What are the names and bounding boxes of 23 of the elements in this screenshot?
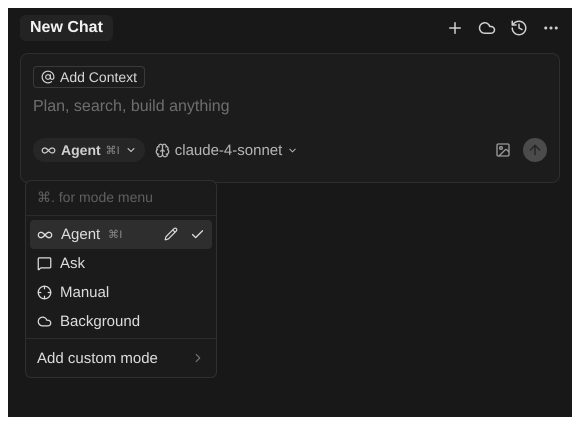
prompt-input[interactable]: Plan, search, build anything [33,98,547,116]
chat-bubble-icon [37,256,52,271]
pencil-icon[interactable] [164,227,178,241]
at-sign-icon [41,70,55,84]
chat-title-tab[interactable]: New Chat [20,15,113,41]
brain-icon [154,142,170,158]
menu-hint: ⌘. for mode menu [36,188,154,207]
image-icon[interactable] [495,142,511,158]
shortcut-label: ⌘I [108,228,122,241]
mode-selector[interactable]: Agent ⌘I [33,138,145,162]
history-icon[interactable] [510,19,528,37]
mode-menu-item[interactable]: Agent ⌘I [30,220,212,249]
mode-menu-item[interactable]: Manual [30,278,212,307]
plus-icon[interactable] [446,19,464,37]
crosshair-icon [37,285,52,300]
mode-menu-item[interactable]: Background [30,307,212,336]
cloud-icon[interactable] [478,19,496,37]
add-context-button[interactable]: Add Context [33,66,146,88]
arrow-up-icon [527,142,543,158]
model-selector[interactable]: claude-4-sonnet [154,142,298,158]
cloud-icon [37,314,52,329]
mode-menu-item[interactable]: Ask [30,249,212,278]
add-custom-mode-item[interactable]: Add custom mode [30,343,212,373]
